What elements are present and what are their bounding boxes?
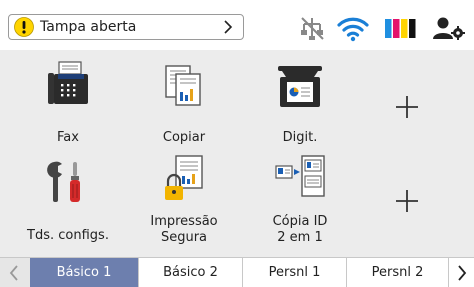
tab-prev-button[interactable] [0,258,28,287]
tile-id-copy[interactable]: Cópia ID 2 em 1 [244,152,356,246]
tab-bar: Básico 1 Básico 2 Persnl 1 Persnl 2 [0,257,474,287]
add-shortcut-icon[interactable] [392,92,422,122]
tile-secure-print-label-1: Impressão [150,214,218,229]
warning-icon [14,17,34,37]
tile-secure-print[interactable]: Impressão Segura [128,152,240,246]
chevron-right-icon [224,20,233,34]
fax-icon [48,61,88,104]
secure-print-icon [165,155,203,200]
tools-icon [47,161,80,202]
tab-basico-2[interactable]: Básico 2 [138,258,242,287]
ink-levels-icon [385,19,416,38]
tile-copy-label: Copiar [162,130,206,145]
home-screen: Tampa aberta Fax Copiar Digit. Tds. conf… [0,0,474,287]
id-copy-icon [275,155,325,197]
tile-all-settings[interactable]: Tds. configs. [12,158,124,244]
user-settings-icon[interactable] [432,14,466,42]
alert-text: Tampa aberta [40,19,137,35]
wifi-icon [337,17,369,42]
tile-copy[interactable]: Copiar [128,60,240,146]
network-disconnected-icon [301,17,324,40]
app-grid: Fax Copiar Digit. Tds. configs. Impressã… [0,50,474,257]
tile-scan-label: Digit. [282,130,318,145]
tile-scan[interactable]: Digit. [244,60,356,146]
alert-banner[interactable]: Tampa aberta [8,14,244,40]
tile-secure-print-label-2: Segura [160,230,208,245]
copy-icon [165,65,201,106]
tab-persnl-2[interactable]: Persnl 2 [346,258,448,287]
tile-fax-label: Fax [57,130,79,145]
tile-all-settings-label: Tds. configs. [27,228,109,243]
tile-id-copy-label-1: Cópia ID [272,214,328,229]
chevron-left-icon [9,264,18,281]
scan-icon [278,66,322,107]
add-shortcut-icon-2[interactable] [392,186,422,216]
tile-id-copy-label-2: 2 em 1 [277,230,323,245]
tab-next-button[interactable] [448,258,474,287]
tile-fax[interactable]: Fax [12,60,124,146]
tab-basico-1[interactable]: Básico 1 [30,258,138,287]
status-bar: Tampa aberta [0,0,474,50]
chevron-right-icon-tabs [457,264,466,281]
tab-persnl-1[interactable]: Persnl 1 [242,258,346,287]
